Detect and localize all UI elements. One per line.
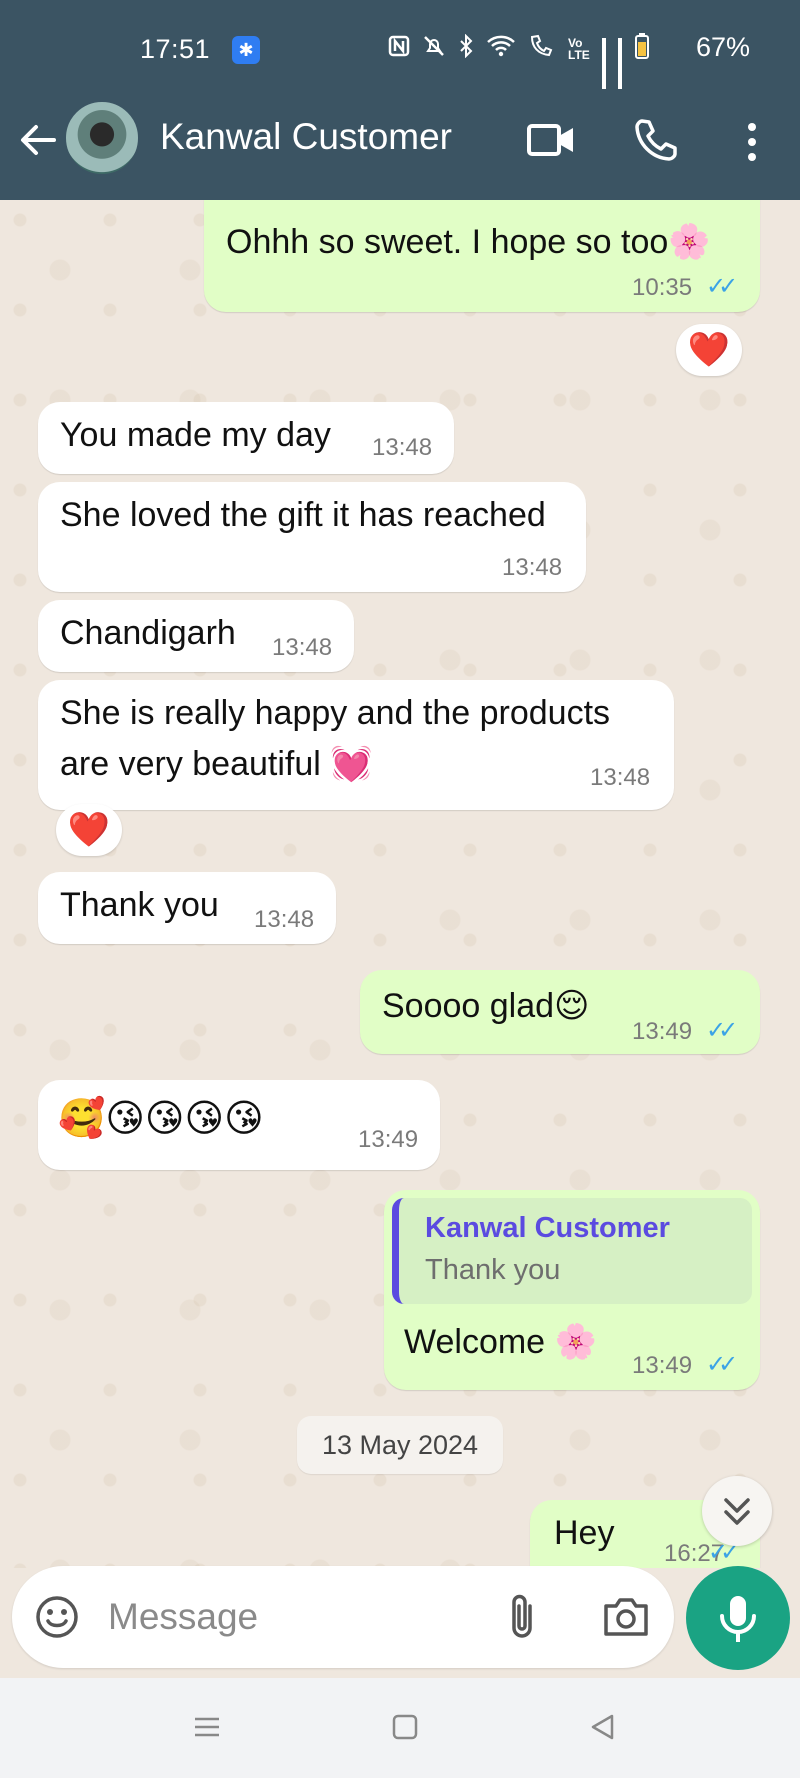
- mic-icon: [720, 1596, 756, 1642]
- message-text: Welcome 🌸: [404, 1323, 597, 1361]
- status-time: 17:51: [140, 34, 211, 64]
- system-nav-bar: [0, 1678, 800, 1778]
- read-ticks-icon: ✓✓: [706, 273, 738, 300]
- recents-button[interactable]: [192, 1712, 222, 1742]
- battery-icon: [634, 32, 650, 66]
- back-arrow-icon: [21, 125, 56, 155]
- message-text: Chandigarh: [60, 614, 236, 652]
- volte-label: Vo LTE: [568, 36, 590, 62]
- message-text: 🥰😘😘😘😘: [58, 1098, 264, 1140]
- message-incoming[interactable]: She loved the gift it has reached 13:48: [38, 482, 586, 592]
- message-time: 13:48: [590, 764, 651, 791]
- bluetooth-badge-icon: ✱: [232, 36, 260, 64]
- chat-header: Kanwal Customer: [0, 100, 800, 200]
- camera-icon: [604, 1598, 648, 1636]
- wifi-calling-icon: [528, 34, 556, 64]
- quoted-text: Thank you: [425, 1254, 561, 1286]
- read-ticks-icon: ✓✓: [706, 1351, 738, 1378]
- chat-area[interactable]: Ohhh so sweet. I hope so too🌸 10:35 ✓✓ ❤…: [0, 200, 800, 1568]
- message-time: 13:48: [272, 634, 333, 661]
- read-ticks-icon: ✓✓: [706, 1017, 738, 1044]
- voice-message-button[interactable]: [686, 1566, 790, 1670]
- camera-button[interactable]: [602, 1594, 650, 1638]
- message-time: 13:48: [372, 434, 433, 461]
- mute-icon: [422, 34, 446, 64]
- scroll-to-bottom-button[interactable]: [702, 1476, 772, 1546]
- status-bar: 17:51 ✱ Vo LTE 67%: [0, 0, 800, 100]
- emoji-button[interactable]: [34, 1594, 80, 1640]
- message-input[interactable]: [108, 1588, 488, 1646]
- message-time: 13:49: [632, 1352, 693, 1379]
- message-outgoing-reply[interactable]: Kanwal Customer Thank you Welcome 🌸 13:4…: [384, 1190, 760, 1390]
- message-outgoing[interactable]: Soooo glad😌 13:49 ✓✓: [360, 970, 760, 1054]
- message-time: 13:48: [254, 906, 315, 933]
- status-icons: Vo LTE: [388, 32, 650, 89]
- voice-call-icon: [635, 119, 677, 161]
- voice-call-button[interactable]: [632, 116, 680, 164]
- back-button[interactable]: [16, 118, 60, 162]
- message-incoming[interactable]: You made my day 13:48: [38, 402, 454, 474]
- battery-percent: 67%: [695, 32, 750, 62]
- square-home-icon: [392, 1714, 418, 1740]
- message-text: Hey: [554, 1514, 615, 1552]
- video-call-button[interactable]: [526, 120, 576, 160]
- message-text-line-1: She is really happy and the products: [60, 694, 611, 732]
- message-incoming[interactable]: Thank you 13:48: [38, 872, 336, 944]
- contact-name[interactable]: Kanwal Customer: [160, 116, 452, 158]
- message-outgoing[interactable]: Ohhh so sweet. I hope so too🌸 10:35 ✓✓: [204, 200, 760, 312]
- message-text-line-2: are very beautiful 💓: [60, 745, 373, 783]
- quoted-message[interactable]: Kanwal Customer Thank you: [392, 1198, 752, 1304]
- emoji-icon: [36, 1596, 78, 1638]
- message-incoming[interactable]: Chandigarh 13:48: [38, 600, 354, 672]
- double-chevron-down-icon: [724, 1498, 750, 1525]
- more-options-button[interactable]: [732, 118, 772, 166]
- attach-icon: [512, 1594, 532, 1638]
- home-button[interactable]: [390, 1712, 420, 1742]
- message-time: 10:35: [632, 274, 693, 301]
- reaction-heart[interactable]: ❤️: [676, 324, 742, 376]
- message-text: She loved the gift it has reached: [60, 496, 546, 534]
- message-text: Soooo glad😌: [382, 987, 590, 1025]
- triangle-back-icon: [591, 1714, 614, 1740]
- menu-lines-icon: [195, 1717, 219, 1737]
- message-text: Ohhh so sweet. I hope so too🌸: [226, 223, 711, 261]
- message-time: 13:49: [632, 1018, 693, 1045]
- reaction-heart[interactable]: ❤️: [56, 804, 122, 856]
- top-bar: 17:51 ✱ Vo LTE 67% Kanwal Customer: [0, 0, 800, 200]
- message-incoming[interactable]: 🥰😘😘😘😘 13:49: [38, 1080, 440, 1170]
- bluetooth-icon: [458, 33, 474, 64]
- message-text: You made my day: [60, 416, 331, 454]
- system-back-button[interactable]: [588, 1712, 618, 1742]
- date-separator: 13 May 2024: [297, 1416, 503, 1474]
- more-options-icon: [748, 123, 756, 161]
- attach-button[interactable]: [502, 1590, 542, 1644]
- signal-bars-2-icon: [618, 38, 622, 89]
- video-call-icon: [527, 124, 573, 156]
- signal-bars-1-icon: [602, 38, 606, 89]
- wifi-icon: [486, 34, 516, 64]
- message-time: 13:48: [502, 554, 563, 581]
- message-composer: [12, 1566, 674, 1668]
- message-text: Thank you: [60, 886, 219, 924]
- message-incoming[interactable]: She is really happy and the products are…: [38, 680, 674, 810]
- quoted-sender: Kanwal Customer: [425, 1212, 670, 1244]
- nfc-icon: [388, 35, 410, 63]
- contact-avatar[interactable]: [64, 100, 140, 176]
- message-time: 13:49: [358, 1126, 419, 1153]
